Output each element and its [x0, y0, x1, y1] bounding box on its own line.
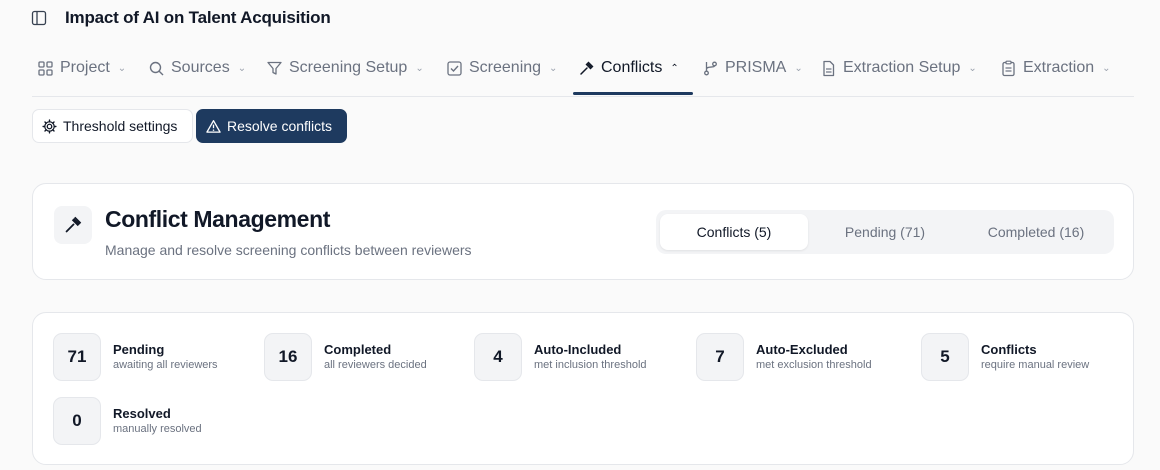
stat-label: Pending — [113, 341, 165, 357]
stat-pending: 71 Pending awaiting all reviewers — [53, 333, 218, 381]
chevron-down-icon: ⌄ — [117, 62, 127, 74]
filter-icon — [267, 61, 282, 75]
tab-label: Screening — [469, 59, 542, 76]
tab-conflicts[interactable]: Conflicts ⌃ — [578, 50, 679, 86]
tab-label: Pending (71) — [844, 224, 926, 240]
stat-description: awaiting all reviewers — [113, 358, 218, 371]
chevron-up-icon: ⌃ — [670, 62, 679, 74]
tab-label: Extraction Setup — [843, 59, 961, 76]
stat-label: Auto-Excluded — [756, 341, 848, 357]
threshold-settings-button[interactable]: Threshold settings — [32, 109, 193, 143]
stat-description: met exclusion threshold — [756, 358, 872, 371]
sidebar-toggle-icon[interactable] — [31, 10, 47, 26]
tab-screening[interactable]: Screening ⌄ — [446, 50, 557, 86]
main-nav: Project ⌄ Sources ⌄ Screening Setup ⌄ Sc… — [32, 50, 1134, 97]
button-label: Resolve conflicts — [227, 118, 333, 134]
tab-label: Screening Setup — [289, 59, 408, 76]
section-title: Conflict Management — [105, 206, 330, 232]
stat-value: 5 — [921, 333, 969, 381]
tab-pending-count[interactable]: Pending (71) — [812, 214, 958, 250]
stat-value: 16 — [264, 333, 312, 381]
tab-sources[interactable]: Sources ⌄ — [148, 50, 246, 86]
conflict-tabs: Conflicts (5) Pending (71) Completed (16… — [656, 210, 1114, 254]
resolve-conflicts-button[interactable]: Resolve conflicts — [196, 109, 347, 143]
stat-value: 7 — [696, 333, 744, 381]
chevron-down-icon: ⌄ — [968, 62, 977, 74]
stat-resolved: 0 Resolved manually resolved — [53, 397, 202, 445]
chevron-down-icon: ⌄ — [415, 62, 424, 74]
stat-value: 71 — [53, 333, 101, 381]
chevron-down-icon: ⌄ — [1102, 62, 1111, 74]
gavel-icon — [65, 216, 82, 233]
tab-extraction[interactable]: Extraction ⌄ — [1000, 50, 1111, 86]
tab-completed-count[interactable]: Completed (16) — [962, 214, 1110, 250]
grid-icon — [38, 60, 53, 76]
stats-card: 71 Pending awaiting all reviewers 16 Com… — [32, 312, 1134, 465]
document-icon — [823, 60, 835, 76]
tab-label: Conflicts — [601, 59, 663, 76]
stat-auto-excluded: 7 Auto-Excluded met exclusion threshold — [696, 333, 872, 381]
gavel-icon — [580, 61, 594, 75]
stat-value: 4 — [474, 333, 522, 381]
tab-label: Conflicts (5) — [696, 224, 772, 240]
tab-label: Completed (16) — [987, 224, 1085, 240]
stat-label: Resolved — [113, 405, 171, 421]
gavel-icon-box — [54, 206, 92, 244]
checkbox-icon — [447, 60, 462, 76]
chevron-down-icon: ⌄ — [549, 62, 558, 74]
tab-conflicts-count[interactable]: Conflicts (5) — [660, 214, 808, 250]
stat-label: Auto-Included — [534, 341, 622, 357]
gear-icon — [42, 118, 57, 134]
stat-label: Completed — [324, 341, 392, 357]
chevron-down-icon: ⌄ — [794, 62, 803, 74]
stat-label: Conflicts — [981, 341, 1037, 357]
button-label: Threshold settings — [63, 118, 178, 134]
stat-description: all reviewers decided — [324, 358, 427, 371]
tab-project[interactable]: Project ⌄ — [37, 50, 126, 86]
tab-label: PRISMA — [725, 59, 787, 76]
tab-prisma[interactable]: PRISMA ⌄ — [702, 50, 803, 86]
chevron-down-icon: ⌄ — [237, 62, 247, 74]
stat-description: met inclusion threshold — [534, 358, 647, 371]
stat-conflicts: 5 Conflicts require manual review — [921, 333, 1089, 381]
stat-value: 0 — [53, 397, 101, 445]
tab-label: Project — [60, 59, 110, 76]
clipboard-icon — [1002, 60, 1015, 76]
page-title: Impact of AI on Talent Acquisition — [65, 8, 331, 27]
search-icon — [149, 61, 164, 75]
top-bar: Impact of AI on Talent Acquisition — [0, 0, 1160, 40]
tab-label: Sources — [171, 59, 230, 76]
section-subtitle: Manage and resolve screening conflicts b… — [105, 242, 472, 258]
active-tab-indicator — [573, 92, 693, 95]
branch-icon — [704, 61, 717, 75]
tab-screening-setup[interactable]: Screening Setup ⌄ — [266, 50, 424, 86]
tab-extraction-setup[interactable]: Extraction Setup ⌄ — [820, 50, 977, 86]
tab-label: Extraction — [1023, 59, 1095, 76]
conflict-management-card: Conflict Management Manage and resolve s… — [32, 183, 1134, 280]
stat-description: require manual review — [981, 358, 1090, 371]
warning-icon — [206, 119, 221, 133]
stat-auto-included: 4 Auto-Included met inclusion threshold — [474, 333, 647, 381]
stat-description: manually resolved — [113, 422, 202, 435]
stat-completed: 16 Completed all reviewers decided — [264, 333, 427, 381]
